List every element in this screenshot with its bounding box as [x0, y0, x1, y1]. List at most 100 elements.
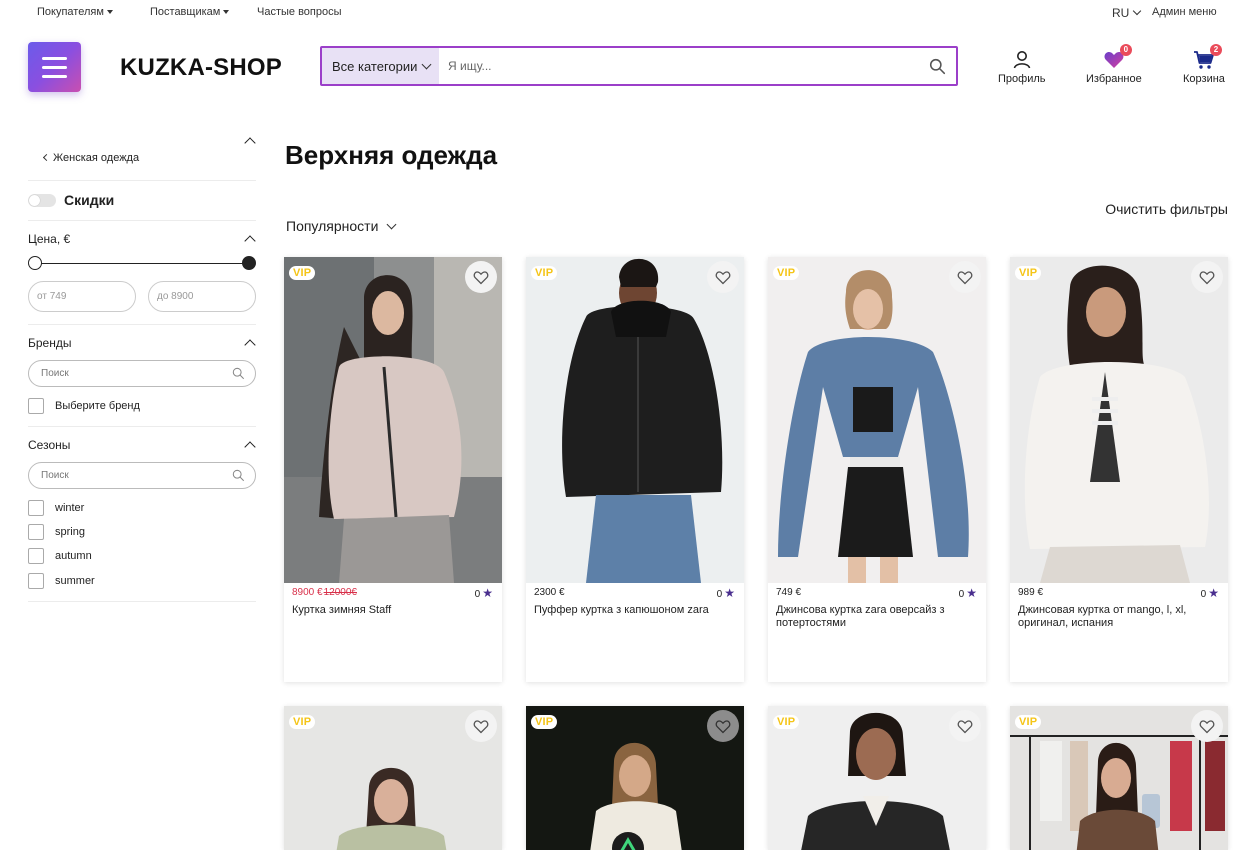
- season-checkbox-row-autumn[interactable]: autumn: [28, 548, 92, 564]
- season-checkbox[interactable]: [28, 524, 44, 540]
- vip-badge: VIP: [1015, 266, 1042, 280]
- product-image[interactable]: VIP: [1010, 257, 1228, 583]
- buyers-menu-label: Покупателям: [37, 6, 104, 18]
- language-selector[interactable]: RU: [1112, 6, 1142, 20]
- divider: [28, 601, 256, 602]
- product-name[interactable]: Пуффер куртка з капюшоном zara: [534, 604, 738, 617]
- suppliers-menu[interactable]: Поставщикам: [150, 6, 230, 18]
- price-range-track: [34, 263, 250, 264]
- product-image[interactable]: VIP: [768, 257, 986, 583]
- season-checkbox-row-spring[interactable]: spring: [28, 524, 85, 540]
- product-image[interactable]: VIP: [526, 706, 744, 850]
- product-card[interactable]: VIP 749 € 0 ★ Джинсова куртка zara оверса…: [768, 257, 986, 682]
- search-icon[interactable]: [929, 58, 946, 75]
- collapse-price-icon[interactable]: [244, 235, 256, 247]
- profile-label: Профиль: [998, 73, 1046, 85]
- add-to-favorites-button[interactable]: [1191, 710, 1223, 742]
- page-title: Верхняя одежда: [285, 140, 498, 170]
- divider: [28, 324, 256, 325]
- profile-button[interactable]: Профиль: [998, 50, 1046, 85]
- seasons-search: [28, 462, 256, 489]
- add-to-favorites-button[interactable]: [1191, 261, 1223, 293]
- faq-link[interactable]: Частые вопросы: [257, 6, 342, 18]
- add-to-favorites-button[interactable]: [949, 261, 981, 293]
- product-card[interactable]: VIP: [284, 706, 502, 850]
- product-rating: 0 ★: [1201, 586, 1219, 600]
- product-card[interactable]: VIP: [1010, 706, 1228, 850]
- sort-dropdown[interactable]: Популярности: [286, 218, 397, 234]
- sale-price: 8900 €: [292, 587, 323, 598]
- vip-badge: VIP: [289, 266, 316, 280]
- add-to-favorites-button[interactable]: [707, 261, 739, 293]
- price-range-min-handle[interactable]: [28, 256, 42, 270]
- hamburger-line: [42, 66, 67, 69]
- product-image[interactable]: VIP: [526, 257, 744, 583]
- product-card[interactable]: VIP: [526, 706, 744, 850]
- season-checkbox[interactable]: [28, 573, 44, 589]
- add-to-favorites-button[interactable]: [465, 710, 497, 742]
- price-to-input[interactable]: [148, 281, 256, 312]
- season-checkbox-row-winter[interactable]: winter: [28, 500, 84, 516]
- collapse-seasons-icon[interactable]: [244, 441, 256, 453]
- product-card[interactable]: VIP 2300 € 0 ★ Пуффер куртка з капюшоном …: [526, 257, 744, 682]
- product-price: 749 €: [776, 587, 801, 598]
- brands-search-input[interactable]: [29, 361, 219, 386]
- season-checkbox[interactable]: [28, 548, 44, 564]
- buyers-menu[interactable]: Покупателям: [37, 6, 113, 18]
- search-icon: [232, 367, 245, 380]
- price-from-input[interactable]: [28, 281, 136, 312]
- add-to-favorites-button[interactable]: [949, 710, 981, 742]
- heart-outline-icon: [1199, 720, 1215, 734]
- product-image[interactable]: VIP: [284, 706, 502, 850]
- season-checkbox[interactable]: [28, 500, 44, 516]
- product-image[interactable]: VIP: [1010, 706, 1228, 850]
- season-label: winter: [55, 502, 85, 514]
- product-card[interactable]: VIP: [768, 706, 986, 850]
- season-label: autumn: [55, 550, 92, 562]
- product-name[interactable]: Куртка зимняя Staff: [292, 604, 496, 617]
- vip-badge: VIP: [773, 266, 800, 280]
- cart-button[interactable]: 2 Корзина: [1183, 44, 1225, 85]
- season-checkbox-row-summer[interactable]: summer: [28, 573, 95, 589]
- heart-outline-icon: [957, 720, 973, 734]
- price-filter-title: Цена, €: [28, 232, 71, 246]
- site-logo[interactable]: KUZKA-SHOP: [120, 54, 282, 82]
- favorites-button[interactable]: 0 Избранное: [1086, 44, 1142, 85]
- discounts-toggle[interactable]: [28, 194, 56, 207]
- collapse-categories-icon[interactable]: [244, 137, 256, 149]
- product-name[interactable]: Джинсовая куртка от mango, l, xl, оригин…: [1018, 604, 1222, 630]
- product-card[interactable]: VIP 8900 €12000€ 0 ★ Куртка зимняя Staff: [284, 257, 502, 682]
- discounts-label: Скидки: [64, 192, 115, 208]
- product-card[interactable]: VIP 989 € 0 ★ Джинсовая куртка от mango, …: [1010, 257, 1228, 682]
- search-input[interactable]: [442, 48, 912, 84]
- language-label: RU: [1112, 6, 1130, 20]
- collapse-brands-icon[interactable]: [244, 339, 256, 351]
- add-to-favorites-button[interactable]: [465, 261, 497, 293]
- chevron-down-icon: [1133, 6, 1142, 16]
- back-category-link[interactable]: Женская одежда: [42, 152, 139, 164]
- category-dropdown[interactable]: Все категории: [322, 48, 439, 84]
- cart-icon: 2: [1193, 44, 1222, 70]
- search-icon: [232, 469, 245, 482]
- brands-filter-title: Бренды: [28, 336, 72, 350]
- product-name[interactable]: Джинсова куртка zara оверсайз з потертос…: [776, 604, 980, 630]
- cart-count-badge: 2: [1209, 44, 1222, 56]
- price-range-max-handle[interactable]: [242, 256, 256, 270]
- heart-outline-icon: [473, 271, 489, 285]
- add-to-favorites-button[interactable]: [707, 710, 739, 742]
- menu-button[interactable]: [28, 42, 81, 92]
- brand-checkbox-row[interactable]: Выберите бренд: [28, 398, 140, 414]
- category-dropdown-label: Все категории: [332, 59, 418, 74]
- heart-outline-icon: [715, 720, 731, 734]
- product-image[interactable]: VIP: [768, 706, 986, 850]
- admin-menu-link[interactable]: Админ меню: [1152, 6, 1217, 18]
- product-image[interactable]: VIP: [284, 257, 502, 583]
- clear-filters-button[interactable]: Очистить фильтры: [1105, 201, 1228, 217]
- brand-checkbox[interactable]: [28, 398, 44, 414]
- product-price-value: 2300 €: [534, 587, 565, 598]
- product-price-value: 989 €: [1018, 587, 1044, 598]
- cart-label: Корзина: [1183, 73, 1225, 85]
- seasons-search-input[interactable]: [29, 463, 219, 488]
- heart-outline-icon: [473, 720, 489, 734]
- product-price: 8900 €12000€: [292, 587, 357, 598]
